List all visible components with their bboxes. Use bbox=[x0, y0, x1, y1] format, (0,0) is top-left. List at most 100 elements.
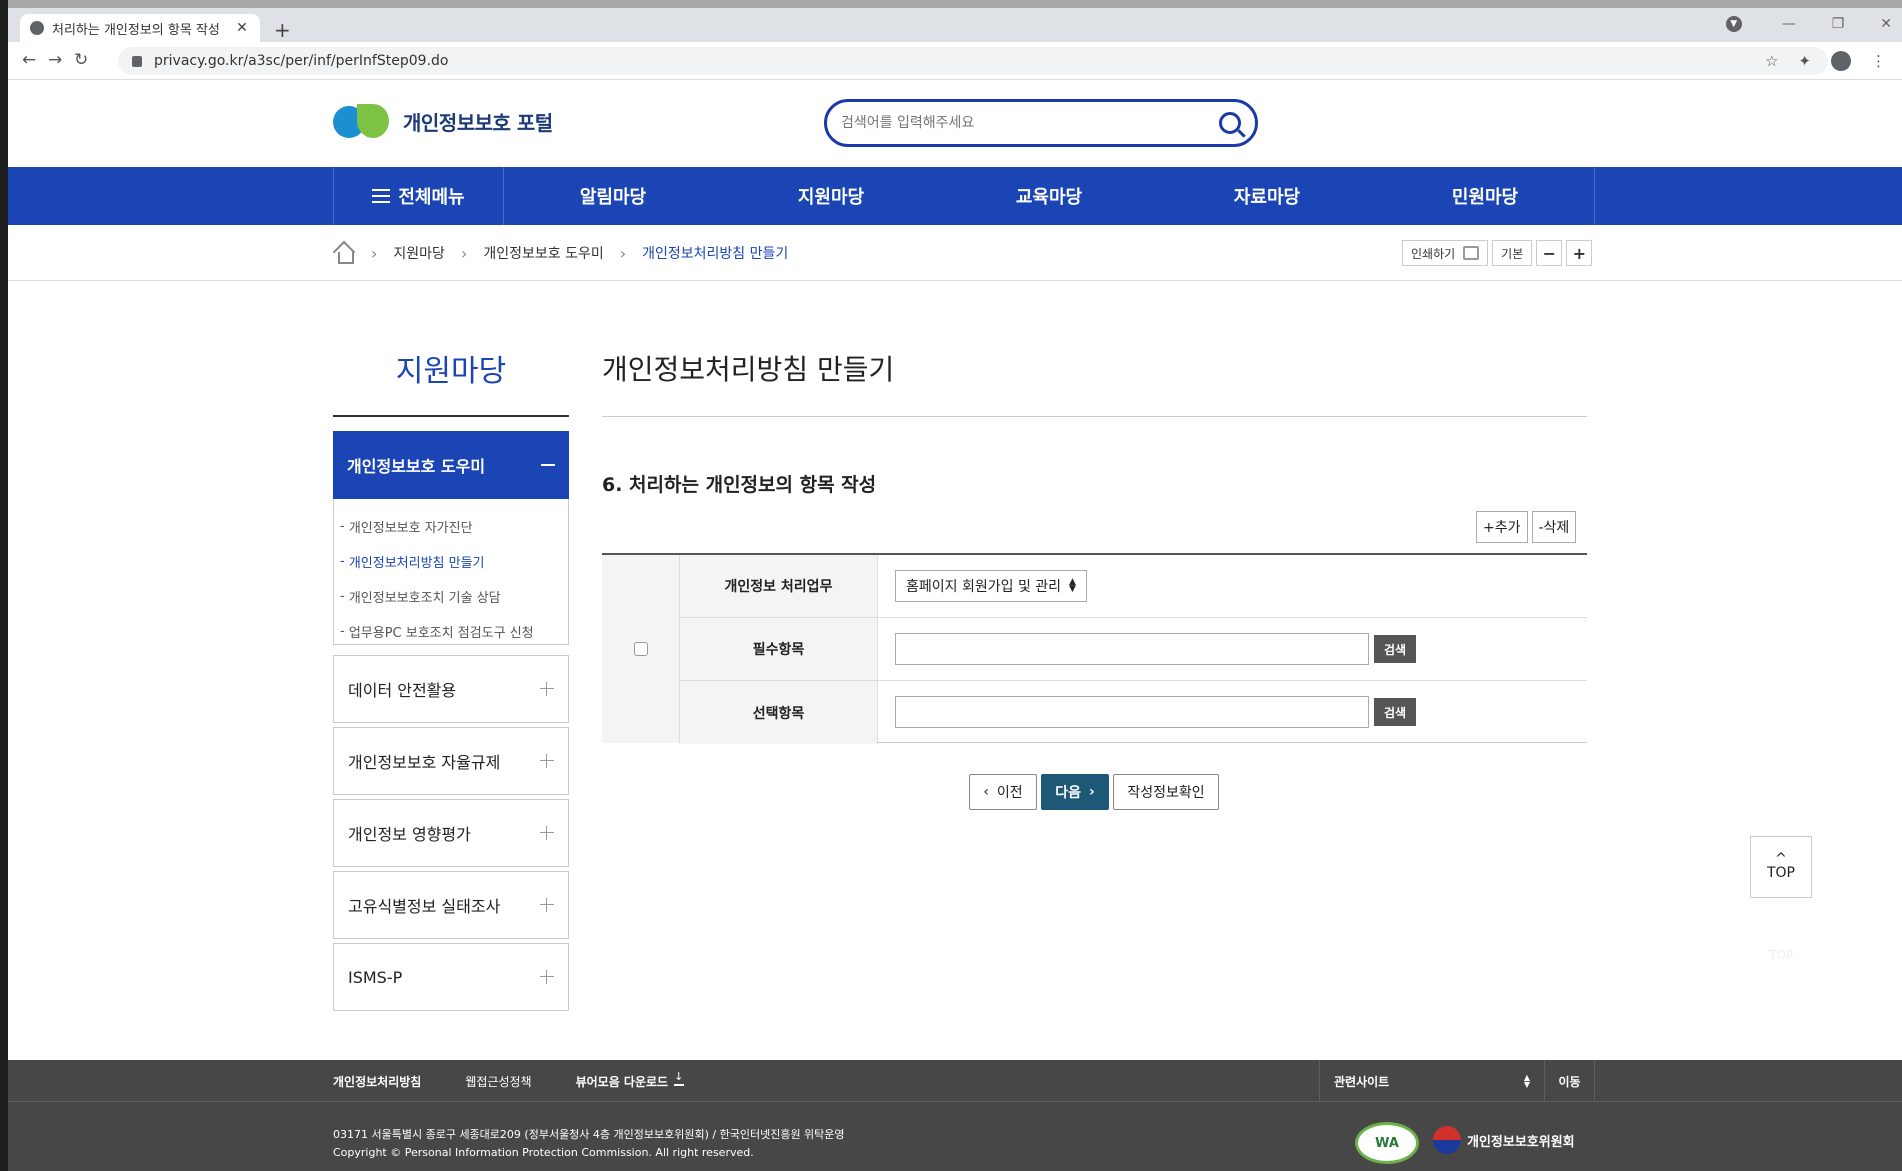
footer-address: 03171 서울특별시 종로구 세종대로209 (정부서울청사 4층 개인정보보… bbox=[333, 1126, 845, 1162]
updown-icon: ▲ ▼ bbox=[1069, 577, 1076, 594]
gnb-item-support[interactable]: 지원마당 bbox=[722, 167, 940, 225]
sidebar-item-label: 개인정보 영향평가 bbox=[348, 825, 471, 844]
close-window-icon[interactable]: ✕ bbox=[1880, 16, 1892, 32]
go-button[interactable]: 이동 bbox=[1545, 1060, 1595, 1102]
extensions-icon[interactable]: ✦ bbox=[1798, 52, 1811, 70]
top-label: TOP bbox=[1766, 865, 1795, 881]
breadcrumb-item-current[interactable]: 개인정보처리방침 만들기 bbox=[642, 243, 788, 263]
url-field[interactable]: privacy.go.kr/a3sc/per/inf/perInfStep09.… bbox=[118, 47, 1828, 75]
reload-icon[interactable]: ↻ bbox=[74, 50, 88, 70]
sidebar-item-label: 고유식별정보 실태조사 bbox=[348, 897, 501, 916]
gnb-inner: 전체메뉴 알림마당 지원마당 교육마당 자료마당 민원마당 bbox=[333, 167, 1595, 225]
profile-menu-icon[interactable]: ▼ bbox=[1725, 16, 1742, 32]
gnb-item-education[interactable]: 교육마당 bbox=[940, 167, 1158, 225]
title-bar bbox=[8, 0, 1902, 8]
logo-text: 개인정보보호 포털 bbox=[403, 110, 553, 135]
minus-icon bbox=[541, 464, 555, 466]
sidebar-item-self-regulation[interactable]: 개인정보보호 자율규제 bbox=[333, 727, 569, 795]
confirm-info-button[interactable]: 작성정보확인 bbox=[1113, 774, 1219, 810]
gnb-item-notice[interactable]: 알림마당 bbox=[504, 167, 722, 225]
home-icon[interactable] bbox=[333, 243, 355, 264]
gnb-item-resources[interactable]: 자료마당 bbox=[1158, 167, 1376, 225]
footer: 개인정보처리방침 웹접근성정책 뷰어모음 다운로드 관련사이트 ▲▼ 이동 03… bbox=[8, 1060, 1902, 1171]
search-input[interactable] bbox=[841, 115, 1219, 131]
submenu-item-tech-consult[interactable]: - 개인정보보호조치 기술 상담 bbox=[334, 579, 568, 614]
close-icon[interactable]: ✕ bbox=[234, 20, 250, 36]
footer-top-bar: 개인정보처리방침 웹접근성정책 뷰어모음 다운로드 관련사이트 ▲▼ 이동 bbox=[8, 1060, 1902, 1102]
search-box bbox=[824, 99, 1258, 147]
task-select[interactable]: 홈페이지 회원가입 및 관리 ▲ ▼ bbox=[895, 570, 1087, 602]
address-bar: ← → ↻ privacy.go.kr/a3sc/per/inf/perInfS… bbox=[8, 42, 1902, 80]
page-title: 개인정보처리방침 만들기 bbox=[602, 353, 895, 386]
tab-strip: 처리하는 개인정보의 항목 작성 ✕ + ▼ — ❐ ✕ bbox=[8, 8, 1902, 42]
sidebar-item-isms-p[interactable]: ISMS-P bbox=[333, 943, 569, 1011]
all-menu-button[interactable]: 전체메뉴 bbox=[334, 167, 504, 225]
sidebar-item-impact-assessment[interactable]: 개인정보 영향평가 bbox=[333, 799, 569, 867]
scroll-top-button[interactable]: ^ TOP bbox=[1750, 836, 1812, 898]
form-row-optional: 선택항목 검색 bbox=[680, 681, 1587, 744]
url-text: privacy.go.kr/a3sc/per/inf/perInfStep09.… bbox=[154, 53, 449, 69]
sidebar-item-label: 개인정보보호 도우미 bbox=[347, 457, 486, 476]
related-sites-label: 관련사이트 bbox=[1334, 1074, 1390, 1089]
font-increase-button[interactable]: + bbox=[1566, 240, 1593, 266]
next-button[interactable]: 다음 › bbox=[1041, 774, 1109, 810]
next-label: 다음 bbox=[1055, 785, 1081, 801]
plus-icon bbox=[540, 826, 554, 840]
breadcrumb: › 지원마당 › 개인정보보호 도우미 › 개인정보처리방침 만들기 bbox=[333, 243, 788, 264]
forward-icon[interactable]: → bbox=[48, 50, 62, 70]
related-sites-select[interactable]: 관련사이트 ▲ ▼ bbox=[1319, 1060, 1545, 1102]
back-icon[interactable]: ← bbox=[22, 50, 36, 70]
more-icon[interactable]: ⋮ bbox=[1871, 52, 1886, 70]
wa-certification-mark: WA bbox=[1355, 1122, 1419, 1164]
gnb-item-civil[interactable]: 민원마당 bbox=[1376, 167, 1594, 225]
sidebar-item-helper[interactable]: 개인정보보호 도우미 bbox=[333, 431, 569, 499]
font-default-button[interactable]: 기본 bbox=[1492, 240, 1533, 266]
avatar[interactable] bbox=[1831, 51, 1851, 71]
step-navigation: ‹ 이전 다음 › 작성정보확인 bbox=[969, 774, 1219, 810]
minimize-icon[interactable]: — bbox=[1782, 16, 1796, 32]
tab-title: 처리하는 개인정보의 항목 작성 bbox=[52, 22, 220, 38]
window-frame bbox=[0, 0, 8, 1171]
all-menu-label: 전체메뉴 bbox=[398, 187, 465, 208]
breadcrumb-item-helper[interactable]: 개인정보보호 도우미 bbox=[483, 243, 603, 263]
sidebar-item-label: 데이터 안전활용 bbox=[348, 681, 457, 700]
sidebar-item-data-use[interactable]: 데이터 안전활용 bbox=[333, 655, 569, 723]
row-checkbox[interactable] bbox=[633, 642, 648, 656]
plus-icon bbox=[540, 754, 554, 768]
window-controls: ▼ — ❐ ✕ bbox=[1725, 16, 1892, 32]
submenu-item-policy-builder[interactable]: - 개인정보처리방침 만들기 bbox=[334, 544, 568, 579]
chevron-right-icon: › bbox=[619, 243, 627, 263]
font-decrease-button[interactable]: − bbox=[1536, 240, 1563, 266]
site-logo[interactable]: 개인정보보호 포털 bbox=[333, 102, 553, 140]
browser-tab[interactable]: 처리하는 개인정보의 항목 작성 ✕ bbox=[20, 14, 260, 42]
restore-icon[interactable]: ❐ bbox=[1832, 16, 1845, 32]
hamburger-icon bbox=[372, 189, 391, 203]
prev-button[interactable]: ‹ 이전 bbox=[969, 774, 1037, 810]
add-row-button[interactable]: +추가 bbox=[1476, 511, 1528, 543]
print-label: 인쇄하기 bbox=[1411, 246, 1456, 261]
print-button[interactable]: 인쇄하기 bbox=[1402, 240, 1489, 266]
sidebar-divider bbox=[333, 415, 569, 417]
footer-link-viewer-download[interactable]: 뷰어모음 다운로드 bbox=[576, 1070, 685, 1090]
search-icon[interactable] bbox=[1219, 112, 1241, 134]
item-form-table: 개인정보 처리업무 홈페이지 회원가입 및 관리 ▲ ▼ 필수항목 검색 선택항목… bbox=[602, 553, 1587, 744]
optional-items-input[interactable] bbox=[895, 696, 1369, 728]
plus-icon bbox=[540, 970, 554, 984]
footer-links: 개인정보처리방침 웹접근성정책 뷰어모음 다운로드 bbox=[333, 1070, 685, 1090]
required-items-input[interactable] bbox=[895, 633, 1369, 665]
prev-label: 이전 bbox=[996, 785, 1023, 801]
form-row-task: 개인정보 처리업무 홈페이지 회원가입 및 관리 ▲ ▼ bbox=[680, 555, 1587, 618]
sidebar-submenu: - 개인정보보호 자가진단 - 개인정보처리방침 만들기 - 개인정보보호조치 … bbox=[333, 499, 569, 645]
footer-link-accessibility[interactable]: 웹접근성정책 bbox=[465, 1073, 531, 1090]
optional-search-button[interactable]: 검색 bbox=[1374, 698, 1416, 726]
chevron-left-icon: ‹ bbox=[983, 784, 989, 800]
breadcrumb-item-support[interactable]: 지원마당 bbox=[393, 243, 445, 263]
required-search-button[interactable]: 검색 bbox=[1374, 635, 1416, 663]
star-icon[interactable]: ☆ bbox=[1765, 52, 1778, 70]
submenu-item-pc-check[interactable]: - 업무용PC 보호조치 점검도구 신청 bbox=[334, 614, 568, 649]
sidebar-item-unique-id-survey[interactable]: 고유식별정보 실태조사 bbox=[333, 871, 569, 939]
submenu-item-self-diagnosis[interactable]: - 개인정보보호 자가진단 bbox=[334, 509, 568, 544]
new-tab-icon[interactable]: + bbox=[274, 18, 291, 42]
delete-row-button[interactable]: -삭제 bbox=[1531, 511, 1577, 543]
footer-link-privacy-policy[interactable]: 개인정보처리방침 bbox=[333, 1073, 421, 1090]
